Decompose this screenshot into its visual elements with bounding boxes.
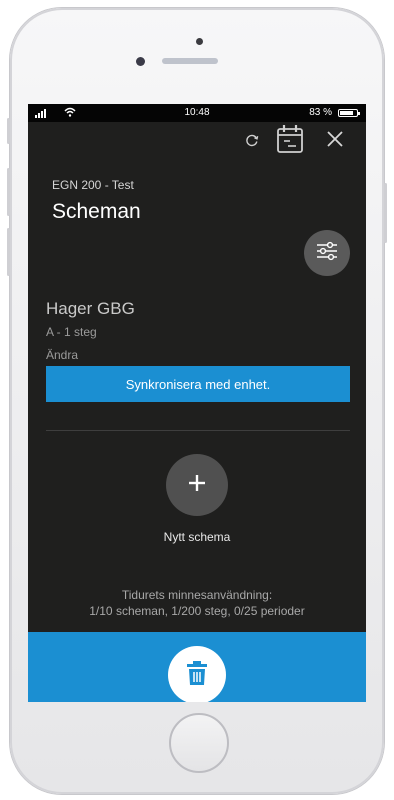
mute-switch [7,118,10,144]
home-button[interactable] [169,713,229,773]
memory-usage-detail: 1/10 scheman, 1/200 steg, 0/25 perioder [89,604,305,618]
sync-icon[interactable] [244,132,260,153]
filter-button[interactable] [304,230,350,276]
sliders-icon [316,241,338,266]
edit-schedule-link[interactable]: Ändra [46,348,78,362]
device-subtitle: EGN 200 - Test [52,178,134,192]
trash-icon [186,660,208,691]
add-schedule-button[interactable] [166,454,228,516]
add-schedule-label: Nytt schema [163,530,231,544]
proximity-sensor [196,38,203,45]
app-screen: 10:48 83 % EGN 200 - Test Scheman Hager … [28,104,366,702]
sync-with-device-button[interactable]: Synkronisera med enhet. [46,366,350,402]
memory-usage-title: Tidurets minnesanvändning: [121,588,273,602]
page-title: Scheman [52,200,141,223]
close-icon[interactable] [325,129,345,154]
front-camera [136,57,145,66]
delete-button[interactable] [168,646,226,702]
earpiece-speaker [162,58,218,64]
volume-down-button [7,228,10,276]
battery-fill [340,111,353,115]
divider [46,430,350,431]
volume-up-button [7,168,10,216]
bottom-action-bar [28,632,366,702]
plus-icon [187,473,207,498]
calendar-icon[interactable] [276,124,304,159]
power-button [384,183,387,243]
schedule-steps: A - 1 steg [46,325,97,339]
battery-icon [338,109,360,117]
status-bar: 10:48 83 % [28,104,366,122]
battery-percentage: 83 % [309,107,332,118]
schedule-name: Hager GBG [46,299,135,318]
